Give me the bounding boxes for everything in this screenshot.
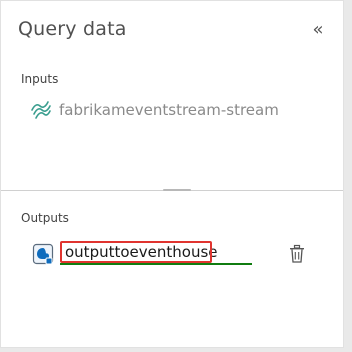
output-name-value: outputtoeventhouse	[65, 243, 218, 261]
query-data-panel: Query data « Inputs fabrikameventstream-…	[0, 0, 344, 348]
output-item: outputtoeventhouse	[30, 239, 320, 269]
input-stream-name: fabrikameventstream-stream	[59, 101, 279, 119]
panel-title: Query data	[18, 18, 127, 40]
eventstream-icon	[31, 101, 51, 119]
input-item[interactable]: fabrikameventstream-stream	[30, 98, 279, 122]
trash-icon[interactable]	[288, 244, 306, 264]
outputs-label: Outputs	[21, 211, 69, 225]
resize-handle[interactable]	[163, 189, 191, 191]
double-chevron-left-icon[interactable]: «	[307, 18, 329, 42]
inputs-label: Inputs	[21, 72, 59, 86]
output-name-input[interactable]: outputtoeventhouse	[60, 241, 252, 265]
eventhouse-icon	[32, 243, 54, 265]
panel-header: Query data «	[18, 18, 333, 46]
